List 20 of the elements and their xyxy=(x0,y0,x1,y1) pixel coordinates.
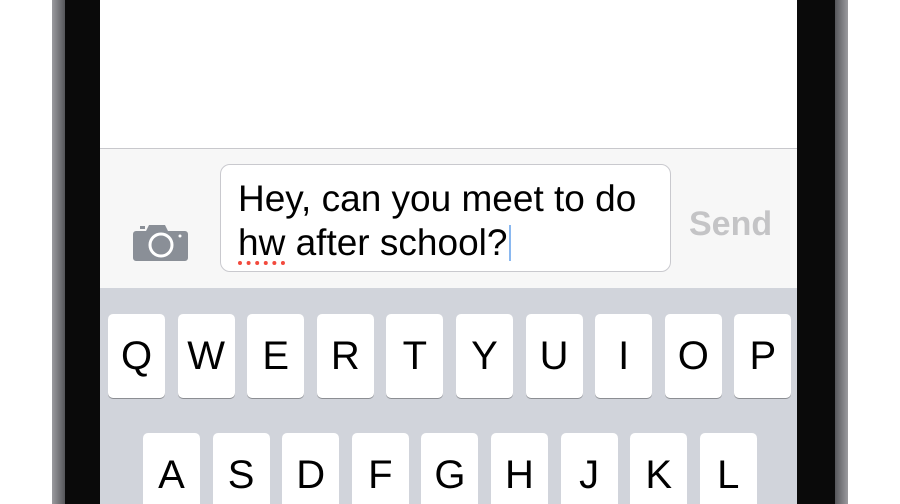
keyboard-key[interactable]: T xyxy=(386,314,444,398)
keyboard-key[interactable]: O xyxy=(664,314,722,398)
keyboard-key[interactable]: S xyxy=(212,433,270,504)
keyboard-key[interactable]: H xyxy=(490,433,548,504)
keyboard-key[interactable]: W xyxy=(178,314,235,398)
keyboard-key[interactable]: U xyxy=(526,314,583,398)
keyboard-key[interactable]: R xyxy=(316,314,374,398)
keyboard-key[interactable]: E xyxy=(247,314,304,398)
keyboard-key[interactable]: F xyxy=(352,433,409,504)
keyboard-key[interactable]: J xyxy=(560,433,618,504)
keyboard-key[interactable]: I xyxy=(595,314,652,398)
keyboard-key[interactable]: G xyxy=(421,433,478,504)
keyboard-key[interactable]: D xyxy=(282,433,340,504)
keyboard-key[interactable]: Q xyxy=(108,314,165,398)
keyboard-key[interactable]: Y xyxy=(456,314,513,398)
keyboard-key[interactable]: A xyxy=(143,433,200,504)
keyboard-key[interactable]: K xyxy=(630,433,688,504)
message-field[interactable]: Hey, can you meet to do hw after school? xyxy=(220,164,671,272)
keyboard-key[interactable]: L xyxy=(700,433,757,504)
keyboard-key[interactable]: P xyxy=(734,314,792,398)
